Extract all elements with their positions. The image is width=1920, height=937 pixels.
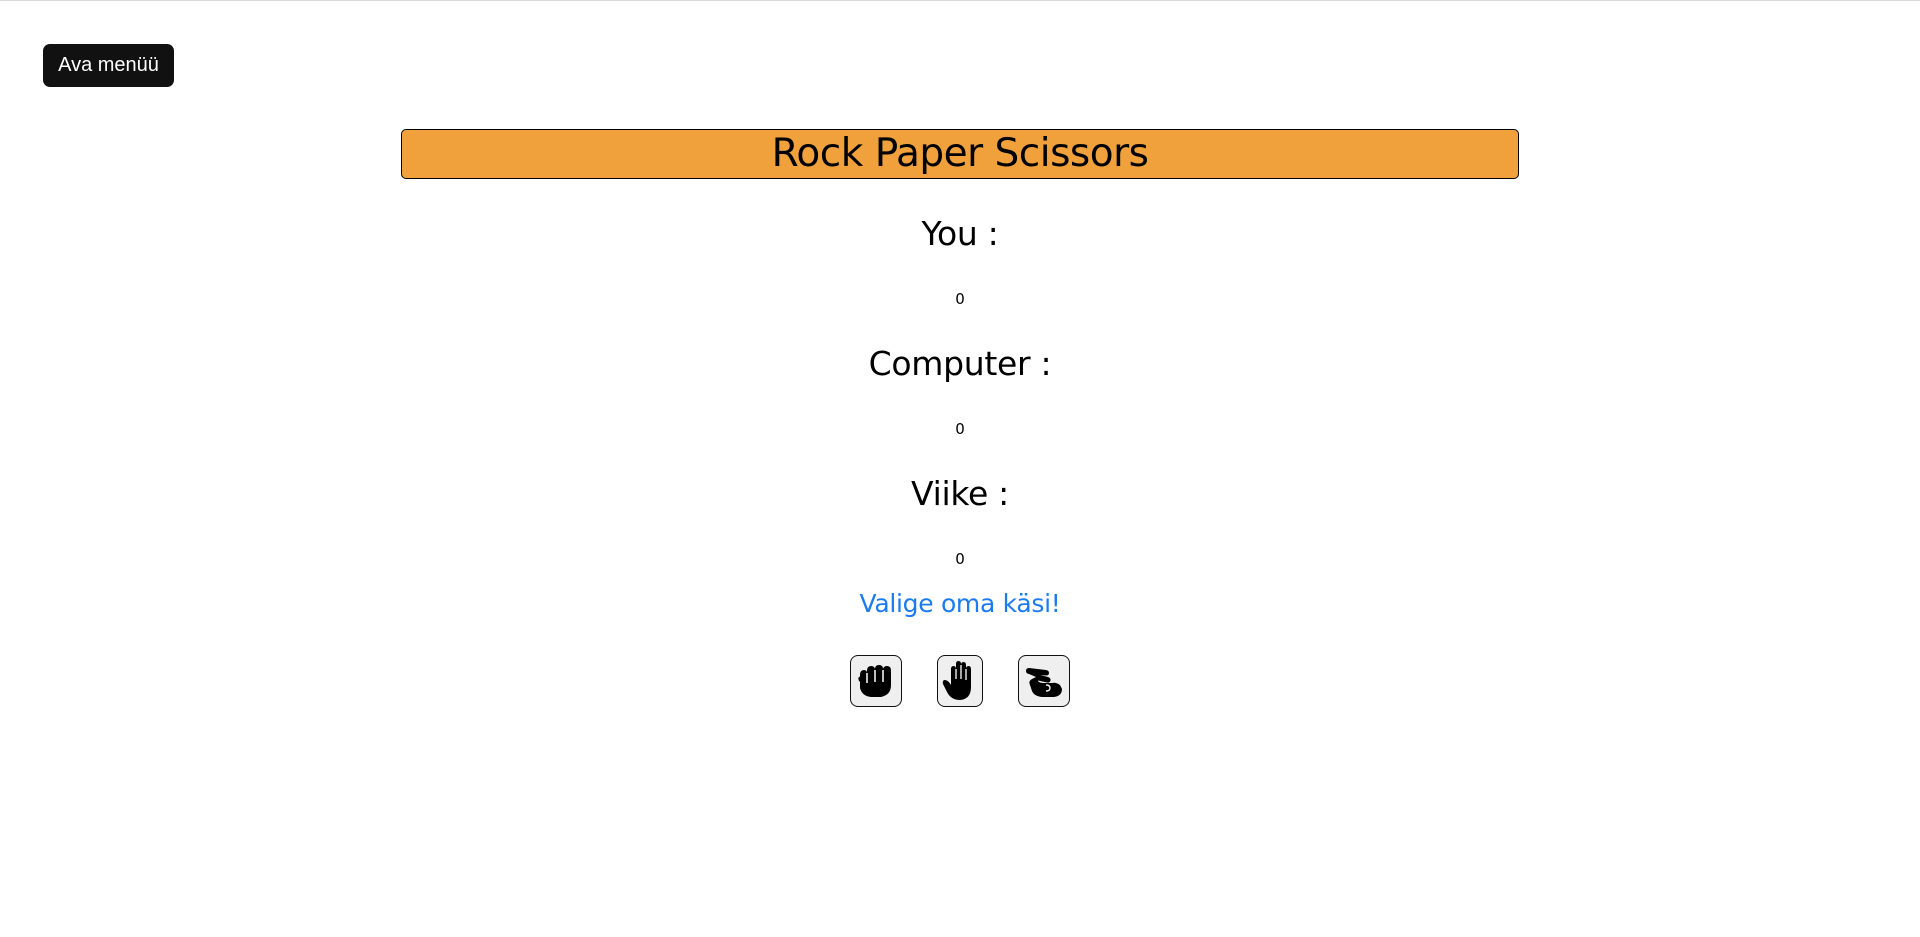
fist-icon xyxy=(858,665,891,697)
open-menu-button[interactable]: Ava menüü xyxy=(43,44,174,87)
title-banner: Rock Paper Scissors xyxy=(401,129,1519,179)
two-fingers-icon xyxy=(1026,668,1062,697)
hand-choices xyxy=(0,655,1920,707)
player-score-value: 0 xyxy=(955,290,965,308)
draw-score-value: 0 xyxy=(955,550,965,568)
choose-hand-prompt: Valige oma käsi! xyxy=(859,589,1061,618)
rock-button[interactable] xyxy=(850,655,902,707)
draw-score-label-block: Viike : xyxy=(0,472,1920,516)
computer-score-value: 0 xyxy=(955,420,965,438)
computer-score-label: Computer : xyxy=(868,344,1052,383)
open-hand-icon xyxy=(942,661,971,700)
computer-score-label-block: Computer : xyxy=(0,342,1920,386)
draw-score-label: Viike : xyxy=(911,474,1009,513)
player-score-label: You : xyxy=(921,214,999,253)
game-title: Rock Paper Scissors xyxy=(771,131,1149,176)
scissors-button[interactable] xyxy=(1018,655,1070,707)
paper-button[interactable] xyxy=(937,655,983,707)
player-score-label-block: You : xyxy=(0,212,1920,256)
top-divider xyxy=(0,0,1920,1)
